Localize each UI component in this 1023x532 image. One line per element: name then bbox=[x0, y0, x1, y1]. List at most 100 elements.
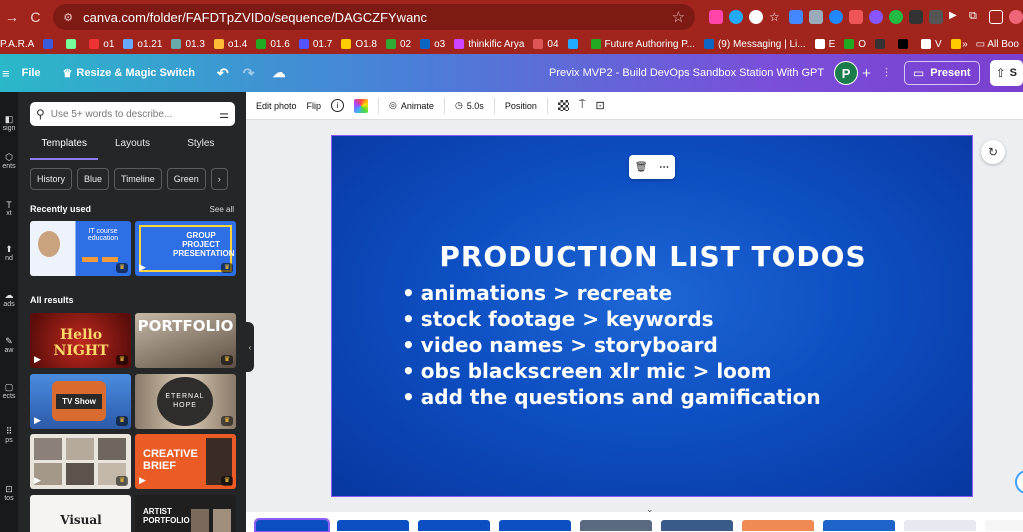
page-thumbnail[interactable] bbox=[580, 520, 652, 531]
bookmark-item[interactable]: Future Authoring P... bbox=[590, 39, 695, 50]
forward-icon[interactable]: → bbox=[0, 9, 24, 25]
site-info-icon[interactable]: ⚙ bbox=[63, 11, 73, 24]
bookmark-item[interactable] bbox=[898, 39, 912, 49]
page-thumbnail[interactable] bbox=[499, 520, 571, 531]
rail-item[interactable]: ☁ ads bbox=[0, 290, 18, 308]
bookmark-item[interactable]: V bbox=[921, 39, 942, 50]
extension-icon[interactable]: ▶ bbox=[949, 10, 963, 24]
flip-button[interactable]: Flip bbox=[307, 101, 322, 111]
extension-icon[interactable] bbox=[869, 10, 884, 24]
slide-title[interactable]: PRODUCTION LIST TODOS bbox=[332, 240, 974, 273]
duration-button[interactable]: ◷ 5.0s bbox=[455, 100, 484, 111]
filter-icon[interactable]: ⚌ bbox=[219, 108, 229, 121]
bookmark-item[interactable]: O1.8 bbox=[341, 39, 377, 50]
info-icon[interactable]: i bbox=[331, 99, 345, 112]
template-thumbnail[interactable]: GROUP PROJECT PRESENTATION ▶ ♛ bbox=[135, 221, 236, 276]
rail-item[interactable]: ⬡ ents bbox=[0, 152, 18, 170]
slide-canvas[interactable]: PRODUCTION LIST TODOS animations > recre… bbox=[331, 135, 973, 497]
bookmarks-overflow-icon[interactable]: » bbox=[962, 39, 968, 50]
template-thumbnail[interactable]: CREATIVE BRIEF ▶ ♛ bbox=[135, 434, 236, 489]
page-thumbnail[interactable] bbox=[823, 520, 895, 531]
template-thumbnail[interactable]: Visual bbox=[30, 495, 131, 532]
bookmark-item[interactable]: P.A.R.A bbox=[0, 39, 34, 50]
more-options-icon[interactable]: ⋯ bbox=[659, 162, 669, 173]
bookmark-item[interactable]: E bbox=[814, 39, 835, 50]
chip-green[interactable]: Green bbox=[166, 168, 206, 190]
animate-button[interactable]: ◎ Animate bbox=[389, 100, 434, 111]
chip-timeline[interactable]: Timeline bbox=[114, 168, 162, 190]
bookmark-item[interactable] bbox=[875, 39, 889, 49]
page-thumbnail[interactable] bbox=[254, 518, 330, 532]
paint-roller-icon[interactable]: ⍑ bbox=[579, 99, 586, 112]
lock-icon[interactable]: ⊡ bbox=[595, 99, 604, 112]
page-thumbnail[interactable] bbox=[742, 520, 814, 531]
bookmark-item[interactable]: o3 bbox=[420, 39, 445, 50]
extension-icon[interactable] bbox=[809, 10, 824, 24]
bookmark-item[interactable] bbox=[43, 39, 57, 49]
rail-item[interactable]: ⊡ tos bbox=[0, 484, 18, 502]
tab-layouts[interactable]: Layouts bbox=[98, 136, 166, 160]
rail-item[interactable]: ▢ ects bbox=[0, 382, 18, 400]
rail-item[interactable]: Txt bbox=[0, 200, 18, 217]
extension-icon[interactable] bbox=[909, 10, 924, 24]
template-thumbnail[interactable]: ETERNAL HOPE ♛ bbox=[135, 374, 236, 429]
bookmark-item[interactable]: (9) Messaging | Li... bbox=[703, 39, 806, 50]
document-title[interactable]: Previx MVP2 - Build DevOps Sandbox Stati… bbox=[549, 67, 824, 79]
rail-item[interactable]: ✎ aw bbox=[0, 336, 18, 354]
present-button[interactable]: ▭ Present bbox=[903, 61, 980, 85]
profile-icon[interactable] bbox=[1009, 10, 1023, 24]
extension-icon[interactable]: ☆ bbox=[769, 10, 783, 24]
extension-icon[interactable] bbox=[749, 10, 764, 24]
see-all-link[interactable]: See all bbox=[210, 205, 234, 214]
tab-templates[interactable]: Templates bbox=[30, 136, 99, 160]
delete-icon[interactable]: 🗑 bbox=[635, 162, 648, 173]
transparency-icon[interactable] bbox=[557, 100, 569, 111]
page-thumbnail[interactable] bbox=[661, 520, 733, 531]
extension-icon[interactable] bbox=[709, 10, 724, 24]
chip-blue[interactable]: Blue bbox=[77, 168, 110, 190]
position-button[interactable]: Position bbox=[505, 101, 537, 111]
bookmark-item[interactable]: 04 bbox=[533, 39, 559, 50]
slide-bullet-list[interactable]: animations > recreate stock footage > ke… bbox=[402, 280, 821, 410]
redo-icon[interactable]: ↷ bbox=[243, 65, 255, 82]
bookmark-item[interactable]: 02 bbox=[386, 39, 411, 50]
rail-item[interactable]: ◧ sign bbox=[0, 114, 18, 132]
template-thumbnail[interactable]: Hello NIGHT ▶ ♛ bbox=[30, 313, 131, 368]
page-thumbnail[interactable] bbox=[985, 520, 1023, 531]
bookmark-item[interactable]: o1.21 bbox=[123, 39, 162, 50]
undo-icon[interactable]: ↶ bbox=[217, 65, 229, 82]
page-thumbnail[interactable] bbox=[337, 520, 409, 531]
template-search-input[interactable]: ⚲ Use 5+ words to describe... ⚌ bbox=[30, 102, 235, 126]
color-picker-icon[interactable] bbox=[354, 98, 369, 113]
bookmark-item[interactable]: o1 bbox=[89, 39, 114, 50]
all-bookmarks-folder[interactable]: ▭ All Boo bbox=[976, 39, 1019, 50]
extension-icon[interactable] bbox=[889, 10, 904, 24]
rail-item[interactable]: ⬆ nd bbox=[0, 244, 18, 262]
template-thumbnail[interactable]: ARTIST PORTFOLIO bbox=[135, 495, 236, 532]
add-collaborator-icon[interactable]: + bbox=[862, 65, 871, 82]
reload-icon[interactable]: C bbox=[24, 9, 48, 25]
extensions-puzzle-icon[interactable]: ⧉ bbox=[969, 10, 983, 24]
avatar[interactable]: P bbox=[834, 61, 859, 85]
bookmark-item[interactable]: o1.4 bbox=[213, 39, 247, 50]
collapse-panel-handle[interactable]: ‹ bbox=[246, 322, 254, 372]
analytics-icon[interactable]: ⫶ bbox=[885, 66, 888, 81]
bookmark-star-icon[interactable]: ☆ bbox=[672, 8, 685, 26]
refresh-icon[interactable]: ↻ bbox=[981, 140, 1005, 164]
template-thumbnail[interactable]: PORTFOLIO ♛ bbox=[135, 313, 236, 368]
template-thumbnail[interactable]: IT course education ♛ bbox=[30, 221, 131, 276]
rail-item[interactable]: ⠿ ps bbox=[0, 426, 18, 444]
file-menu[interactable]: File bbox=[22, 67, 41, 79]
extension-icon[interactable] bbox=[729, 10, 744, 24]
edit-photo-button[interactable]: Edit photo bbox=[256, 101, 297, 111]
sidebar-icon[interactable] bbox=[989, 10, 1004, 24]
bookmark-item[interactable] bbox=[66, 39, 80, 49]
resize-button[interactable]: ♛ Resize & Magic Switch bbox=[63, 67, 195, 80]
page-thumbnail[interactable] bbox=[418, 520, 490, 531]
menu-icon[interactable]: ≡ bbox=[2, 66, 10, 81]
tab-styles[interactable]: Styles bbox=[167, 136, 235, 160]
extension-icon[interactable] bbox=[929, 10, 944, 24]
extension-icon[interactable] bbox=[789, 10, 804, 24]
bookmark-item[interactable]: 01.3 bbox=[171, 39, 205, 50]
bookmark-item[interactable]: thinkific Arya bbox=[454, 39, 524, 50]
